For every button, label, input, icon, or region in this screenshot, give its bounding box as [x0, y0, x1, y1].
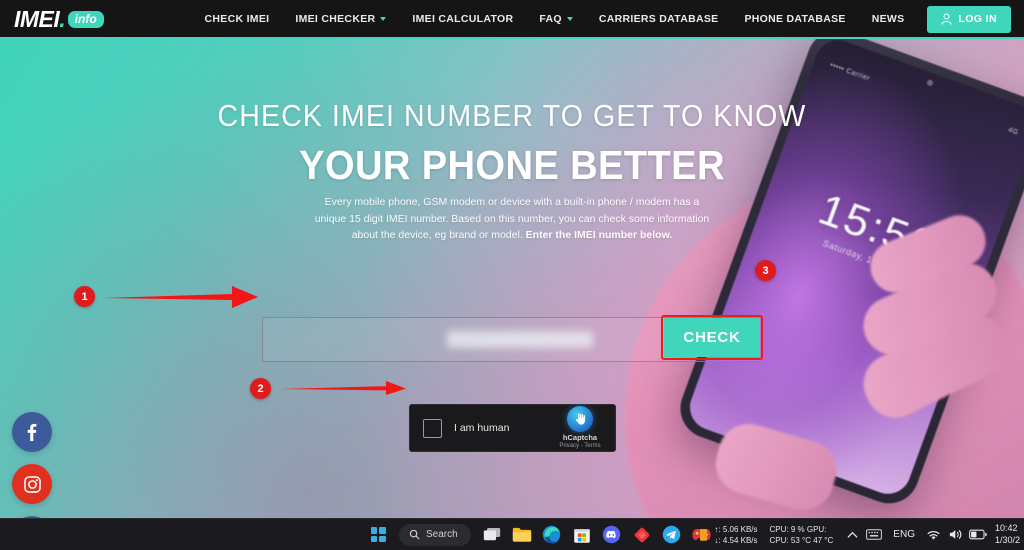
folder-icon — [512, 527, 531, 542]
facebook-icon[interactable] — [12, 412, 52, 452]
microsoft-store-button[interactable] — [569, 522, 595, 548]
nav-label: IMEI CALCULATOR — [412, 13, 514, 25]
cpu-usage-readout: CPU: 9 % GPU: — [769, 524, 827, 534]
nav-accent-underline — [0, 37, 1024, 39]
annotation-marker-2: 2 — [250, 378, 271, 399]
taskbar-clock[interactable]: 10:42 1/30/2 — [989, 523, 1020, 546]
windows-logo-icon — [370, 527, 386, 542]
logo-text: IMEI — [14, 5, 60, 32]
edge-browser-button[interactable] — [539, 522, 565, 548]
browser-page: IMEI. info CHECK IMEI IMEI CHECKER IMEI … — [0, 0, 1024, 518]
social-links-rail — [12, 412, 52, 518]
clock-time: 10:42 — [994, 523, 1018, 533]
hero-content: CHECK IMEI NUMBER TO GET TO KNOW YOUR PH… — [0, 38, 1024, 518]
nav-item-imei-calculator[interactable]: IMEI CALCULATOR — [399, 0, 526, 38]
nav-item-faq[interactable]: FAQ — [526, 0, 586, 38]
network-upload-speed: ↑: 5.06 KB/s — [714, 524, 758, 534]
nav-label: NEWS — [871, 13, 905, 25]
network-speed-monitor[interactable]: ↑: 5.06 KB/s ↓: 4.54 KB/s — [714, 524, 757, 546]
chevron-up-icon — [847, 531, 858, 538]
system-tray: ↑: 5.06 KB/s ↓: 4.54 KB/s CPU: 9 % GPU: … — [692, 519, 1020, 550]
tray-volume-button[interactable] — [945, 522, 967, 548]
annotation-marker-1: 1 — [74, 286, 95, 307]
diamond-icon — [634, 527, 649, 542]
cpu-gpu-monitor[interactable]: CPU: 9 % GPU: CPU: 53 °C 47 °C — [770, 524, 834, 546]
nav-label: FAQ — [539, 13, 562, 25]
facebook-glyph — [27, 423, 37, 441]
nav-item-news[interactable]: NEWS — [859, 0, 918, 38]
site-logo[interactable]: IMEI. info — [14, 0, 104, 38]
edge-icon — [542, 525, 561, 544]
task-view-button[interactable] — [479, 522, 505, 548]
annotation-marker-3: 3 — [755, 260, 776, 281]
tray-battery-alert-icon[interactable] — [692, 522, 714, 548]
task-view-icon — [483, 527, 500, 541]
keyboard-icon — [866, 529, 883, 540]
login-label: LOG IN — [958, 13, 997, 25]
tray-wifi-button[interactable] — [923, 522, 945, 548]
nav-item-carriers-database[interactable]: CARRIERS DATABASE — [586, 0, 732, 38]
battery-small-icon — [699, 529, 707, 541]
instagram-glyph — [23, 475, 41, 493]
store-icon — [573, 528, 590, 543]
file-explorer-button[interactable] — [509, 522, 535, 548]
logo-dot: . — [59, 5, 66, 32]
red-diamond-app-button[interactable] — [629, 522, 655, 548]
page-title-line1: CHECK IMEI NUMBER TO GET TO KNOW — [217, 98, 807, 133]
top-navigation-bar: IMEI. info CHECK IMEI IMEI CHECKER IMEI … — [0, 0, 1024, 38]
chevron-down-icon — [566, 17, 573, 21]
tray-keyboard-button[interactable] — [863, 522, 885, 548]
logo-info-badge: info — [67, 10, 104, 28]
nav-label: PHONE DATABASE — [744, 13, 846, 25]
tray-battery-button[interactable] — [967, 522, 989, 548]
speaker-icon — [949, 530, 962, 539]
hero-section: ••••• Carrier 4G 15:56 Saturday, 1 Octob… — [0, 38, 1024, 518]
annotation-arrow-1 — [102, 286, 258, 308]
taskbar-app-group: Search — [365, 522, 715, 548]
hero-description: Every mobile phone, GSM modem or device … — [312, 194, 712, 244]
chevron-down-icon — [380, 17, 387, 21]
taskbar-search[interactable]: Search — [399, 523, 471, 546]
battery-icon — [969, 529, 987, 540]
instagram-icon[interactable] — [12, 464, 52, 504]
login-button[interactable]: LOG IN — [927, 5, 1011, 33]
wifi-icon — [928, 530, 940, 540]
discord-icon — [602, 525, 621, 544]
page-title-line2: YOUR PHONE BETTER — [299, 142, 725, 188]
twitter-icon[interactable] — [12, 516, 52, 518]
telegram-button[interactable] — [659, 522, 685, 548]
annotation-arrow-2 — [280, 381, 406, 395]
telegram-icon — [662, 525, 681, 544]
nav-item-phone-database[interactable]: PHONE DATABASE — [731, 0, 858, 38]
cpu-temp-readout: CPU: 53 °C 47 °C — [769, 535, 834, 545]
tray-expand-button[interactable] — [841, 522, 863, 548]
nav-item-imei-checker[interactable]: IMEI CHECKER — [282, 0, 399, 38]
network-download-speed: ↓: 4.54 KB/s — [714, 535, 758, 545]
search-icon — [409, 529, 420, 540]
language-indicator[interactable]: ENG — [885, 529, 923, 540]
nav-label: IMEI CHECKER — [295, 13, 376, 25]
nav-links: CHECK IMEI IMEI CHECKER IMEI CALCULATOR … — [192, 0, 1024, 38]
user-icon — [941, 13, 952, 25]
windows-taskbar: Search ↑: 5.06 KB/s ↓: 4.54 KB/s CPU: 9 … — [0, 518, 1024, 550]
clock-date: 1/30/2 — [994, 534, 1020, 545]
nav-label: CARRIERS DATABASE — [598, 13, 719, 25]
nav-label: CHECK IMEI — [204, 13, 270, 25]
discord-button[interactable] — [599, 522, 625, 548]
search-placeholder-label: Search — [426, 529, 458, 540]
nav-item-check-imei[interactable]: CHECK IMEI — [192, 0, 283, 38]
start-button[interactable] — [365, 522, 391, 548]
hero-description-bold: Enter the IMEI number below. — [525, 229, 673, 241]
